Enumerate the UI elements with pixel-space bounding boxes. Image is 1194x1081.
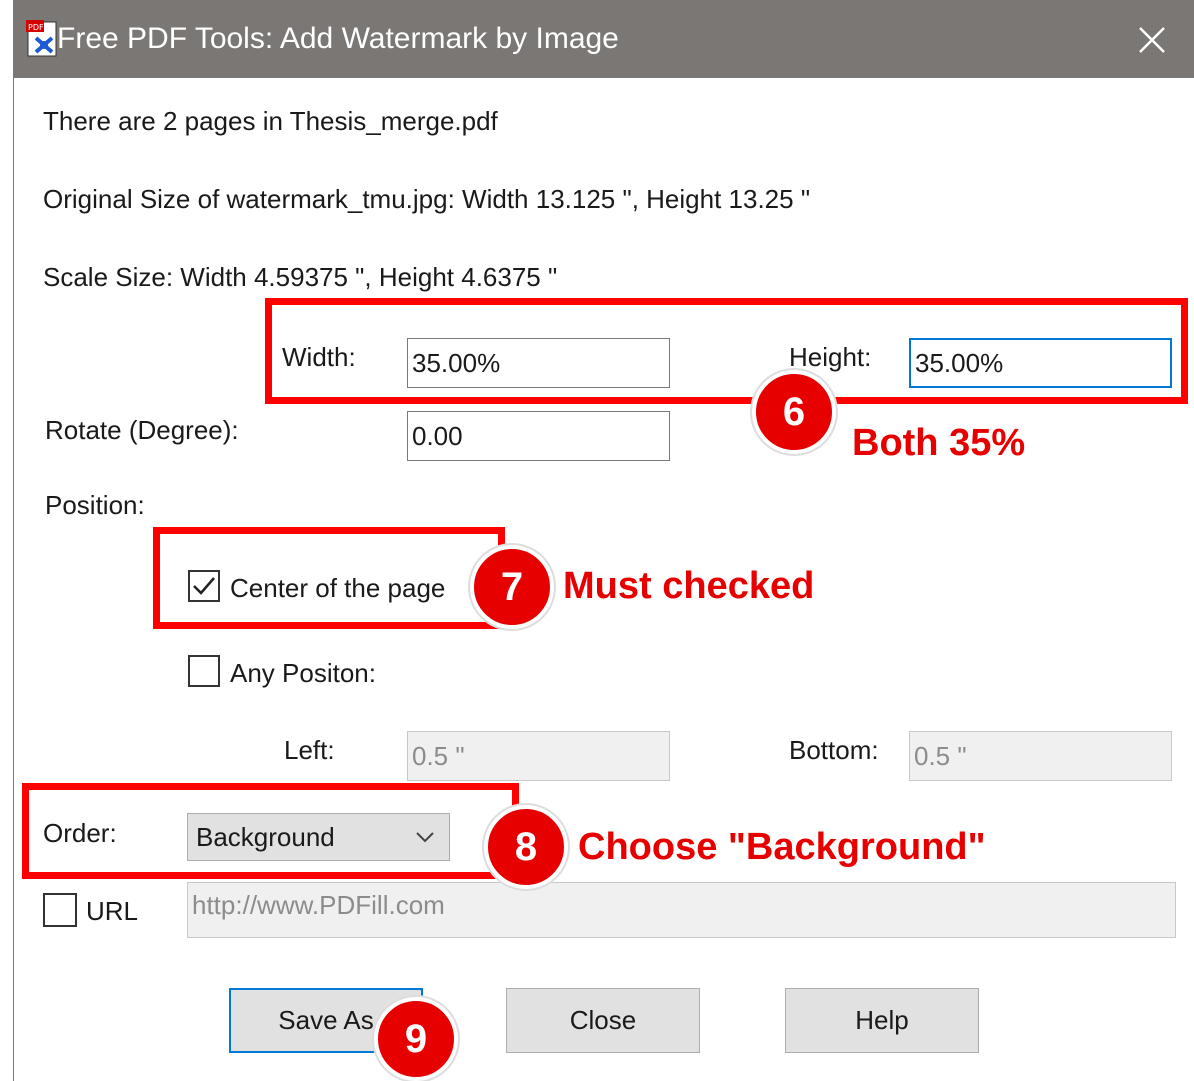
left-label: Left:	[284, 735, 335, 765]
step-6-note: Both 35%	[852, 422, 1026, 464]
step-9-badge: 9	[374, 997, 458, 1081]
step-8-note: Choose "Background"	[578, 826, 986, 868]
step-6-badge: 6	[752, 370, 836, 454]
rotate-label: Rotate (Degree):	[45, 415, 239, 445]
close-icon[interactable]	[1130, 18, 1174, 62]
original-size-text: Original Size of watermark_tmu.jpg: Widt…	[43, 184, 811, 214]
any-position-checkbox[interactable]	[188, 655, 220, 687]
close-button[interactable]: Close	[506, 988, 700, 1053]
step-8-badge: 8	[484, 805, 568, 889]
bottom-input: 0.5 "	[909, 731, 1172, 781]
highlight-order-box	[22, 783, 519, 879]
help-button[interactable]: Help	[785, 988, 979, 1053]
scale-size-text: Scale Size: Width 4.59375 ", Height 4.63…	[43, 262, 558, 292]
highlight-size-box	[265, 298, 1188, 404]
highlight-center-box	[153, 527, 505, 629]
position-label: Position:	[45, 490, 145, 520]
page-count-text: There are 2 pages in Thesis_merge.pdf	[43, 106, 498, 136]
url-checkbox[interactable]	[43, 893, 77, 927]
left-input: 0.5 "	[407, 731, 670, 781]
url-label[interactable]: URL	[86, 896, 138, 927]
step-7-badge: 7	[470, 545, 554, 629]
rotate-input[interactable]: 0.00	[407, 411, 670, 461]
any-position-label[interactable]: Any Positon:	[230, 658, 376, 689]
step-7-note: Must checked	[563, 565, 815, 607]
window-title: Free PDF Tools: Add Watermark by Image	[57, 22, 619, 55]
bottom-label: Bottom:	[789, 735, 879, 765]
svg-text:PDF: PDF	[28, 23, 44, 32]
url-input: http://www.PDFill.com	[187, 882, 1176, 938]
